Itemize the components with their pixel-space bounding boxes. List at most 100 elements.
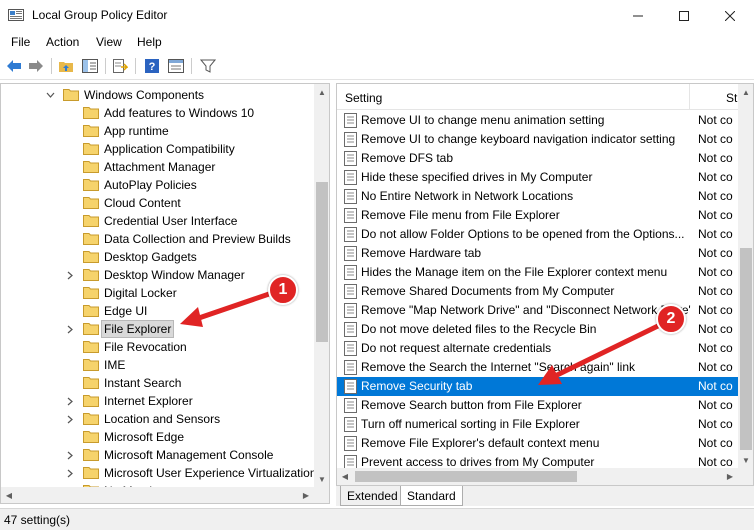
menu-view[interactable]: View bbox=[96, 35, 122, 49]
tree-item[interactable]: Instant Search bbox=[1, 374, 314, 392]
chevron-right-icon[interactable] bbox=[64, 446, 76, 464]
chevron-right-icon[interactable] bbox=[64, 266, 76, 284]
scroll-right-icon[interactable]: ▶ bbox=[722, 468, 738, 484]
tab-standard[interactable]: Standard bbox=[400, 486, 463, 506]
folder-icon bbox=[83, 233, 99, 245]
setting-row[interactable]: Remove Shared Documents from My Computer… bbox=[337, 282, 739, 301]
folder-icon bbox=[83, 341, 99, 353]
help-button[interactable]: ? bbox=[142, 57, 162, 75]
setting-row[interactable]: Do not allow Folder Options to be opened… bbox=[337, 225, 739, 244]
tree-item[interactable]: Application Compatibility bbox=[1, 140, 314, 158]
filter-button[interactable] bbox=[198, 57, 218, 75]
policy-setting-icon bbox=[344, 170, 357, 185]
forward-button[interactable] bbox=[26, 57, 46, 75]
chevron-right-icon[interactable] bbox=[64, 464, 76, 482]
scroll-up-icon[interactable]: ▲ bbox=[738, 84, 753, 100]
tree-item[interactable]: File Explorer bbox=[1, 320, 314, 338]
chevron-right-icon[interactable] bbox=[64, 410, 76, 428]
chevron-right-icon[interactable] bbox=[64, 392, 76, 410]
tree-item[interactable]: Attachment Manager bbox=[1, 158, 314, 176]
setting-row[interactable]: Remove UI to change menu animation setti… bbox=[337, 111, 739, 130]
scroll-down-icon[interactable]: ▼ bbox=[738, 452, 753, 468]
properties-icon bbox=[168, 59, 184, 73]
setting-name: No Entire Network in Network Locations bbox=[361, 189, 574, 203]
menu-action[interactable]: Action bbox=[46, 35, 79, 49]
setting-row[interactable]: Remove Security tab Not co bbox=[337, 377, 739, 396]
list-horizontal-scrollbar[interactable]: ◀ ▶ bbox=[337, 468, 738, 485]
tree-item[interactable]: Internet Explorer bbox=[1, 392, 314, 410]
show-hide-tree-button[interactable] bbox=[80, 57, 100, 75]
tree-item[interactable]: Credential User Interface bbox=[1, 212, 314, 230]
column-divider[interactable] bbox=[689, 84, 690, 110]
setting-row[interactable]: Remove File menu from File Explorer Not c… bbox=[337, 206, 739, 225]
setting-state: Not co bbox=[698, 303, 733, 317]
tree-item[interactable]: App runtime bbox=[1, 122, 314, 140]
scrollbar-thumb[interactable] bbox=[316, 182, 328, 342]
scroll-left-icon[interactable]: ◀ bbox=[337, 468, 353, 484]
setting-row[interactable]: Remove File Explorer's default context m… bbox=[337, 434, 739, 453]
tree-horizontal-scrollbar[interactable]: ◀ ▶ bbox=[1, 487, 314, 503]
folder-icon bbox=[83, 161, 99, 173]
setting-name: Remove DFS tab bbox=[361, 151, 454, 165]
properties-button[interactable] bbox=[166, 57, 186, 75]
column-header-state[interactable]: St bbox=[726, 91, 737, 105]
export-list-button[interactable] bbox=[110, 57, 130, 75]
tree-item-label: Edge UI bbox=[104, 304, 148, 318]
tree-item[interactable]: Microsoft User Experience Virtualization bbox=[1, 464, 317, 482]
setting-row[interactable]: Remove Hardware tab Not co bbox=[337, 244, 739, 263]
scrollbar-thumb[interactable] bbox=[355, 471, 577, 482]
menu-help[interactable]: Help bbox=[137, 35, 162, 49]
tree-item[interactable]: Cloud Content bbox=[1, 194, 314, 212]
scroll-left-icon[interactable]: ◀ bbox=[1, 487, 17, 503]
minimize-button[interactable] bbox=[615, 0, 661, 31]
setting-state: Not co bbox=[698, 227, 733, 241]
chevron-right-icon[interactable] bbox=[64, 320, 76, 338]
scroll-right-icon[interactable]: ▶ bbox=[298, 487, 314, 503]
list-vertical-scrollbar[interactable]: ▲ ▼ bbox=[738, 84, 753, 468]
tree-item[interactable]: IME bbox=[1, 356, 314, 374]
setting-row[interactable]: Do not request alternate credentials Not … bbox=[337, 339, 739, 358]
setting-row[interactable]: Remove the Search the Internet "Search a… bbox=[337, 358, 739, 377]
menu-file[interactable]: File bbox=[11, 35, 30, 49]
setting-row[interactable]: Remove Search button from File Explorer N… bbox=[337, 396, 739, 415]
console-tree-icon bbox=[82, 59, 98, 73]
tree-item[interactable]: Microsoft Edge bbox=[1, 428, 314, 446]
scrollbar-thumb[interactable] bbox=[740, 248, 752, 450]
setting-row[interactable]: Hides the Manage item on the File Explor… bbox=[337, 263, 739, 282]
folder-icon bbox=[83, 305, 99, 317]
up-one-level-button[interactable] bbox=[56, 57, 76, 75]
close-button[interactable] bbox=[707, 0, 753, 31]
chevron-down-icon[interactable] bbox=[44, 86, 56, 104]
setting-name: Remove File menu from File Explorer bbox=[361, 208, 560, 222]
tree-item[interactable]: Digital Locker bbox=[1, 284, 314, 302]
setting-row[interactable]: Turn off numerical sorting in File Explo… bbox=[337, 415, 739, 434]
setting-name: Hide these specified drives in My Comput… bbox=[361, 170, 593, 184]
setting-row[interactable]: No Entire Network in Network Locations No… bbox=[337, 187, 739, 206]
setting-row[interactable]: Remove DFS tab Not co bbox=[337, 149, 739, 168]
setting-state: Not co bbox=[698, 284, 733, 298]
column-header-setting[interactable]: Setting bbox=[345, 91, 382, 105]
tree-item[interactable]: File Revocation bbox=[1, 338, 314, 356]
tree-item[interactable]: Microsoft Management Console bbox=[1, 446, 314, 464]
tree-item[interactable]: Location and Sensors bbox=[1, 410, 314, 428]
policy-setting-icon bbox=[344, 246, 357, 261]
setting-name: Turn off numerical sorting in File Explo… bbox=[361, 417, 580, 431]
setting-state: Not co bbox=[698, 170, 733, 184]
tree-item[interactable]: Desktop Gadgets bbox=[1, 248, 314, 266]
setting-name: Remove File Explorer's default context m… bbox=[361, 436, 600, 450]
scroll-down-icon[interactable]: ▼ bbox=[314, 471, 329, 487]
tree-item-windows-components[interactable]: Windows Components bbox=[1, 86, 314, 104]
tab-extended[interactable]: Extended bbox=[340, 486, 405, 506]
tree-item[interactable]: Add features to Windows 10 bbox=[1, 104, 314, 122]
setting-row[interactable]: Remove UI to change keyboard navigation … bbox=[337, 130, 739, 149]
tree-item[interactable]: AutoPlay Policies bbox=[1, 176, 314, 194]
policy-setting-icon bbox=[344, 208, 357, 223]
tree-item[interactable]: Edge UI bbox=[1, 302, 314, 320]
scroll-up-icon[interactable]: ▲ bbox=[314, 84, 329, 100]
tree-vertical-scrollbar[interactable]: ▲ ▼ bbox=[314, 84, 329, 487]
back-button[interactable] bbox=[4, 57, 24, 75]
maximize-button[interactable] bbox=[661, 0, 707, 31]
tree-item[interactable]: Desktop Window Manager bbox=[1, 266, 314, 284]
tree-item[interactable]: Data Collection and Preview Builds bbox=[1, 230, 314, 248]
setting-row[interactable]: Hide these specified drives in My Comput… bbox=[337, 168, 739, 187]
